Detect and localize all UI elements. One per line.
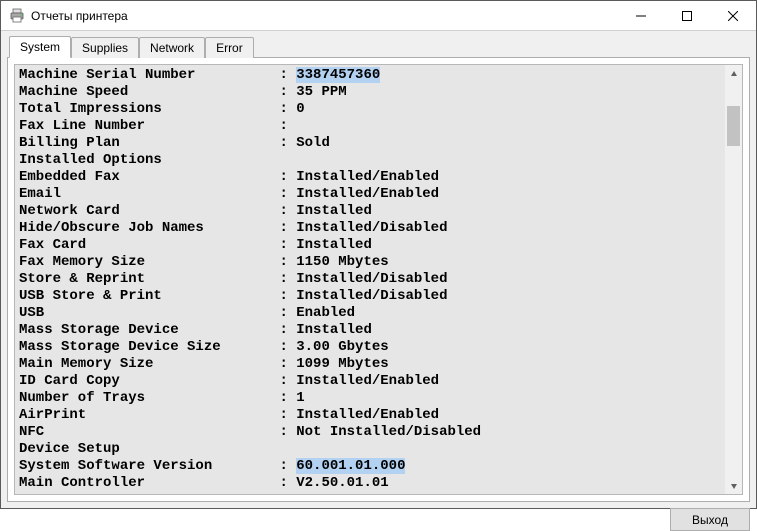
report-value: 1099 Mbytes [296, 356, 388, 372]
report-line: Embedded Fax : Installed/Enabled [19, 169, 721, 186]
tabpage-system: Machine Serial Number : 3387457360Machin… [7, 57, 750, 502]
report-value: 35 PPM [296, 84, 346, 100]
report-value: Enabled [296, 305, 355, 321]
report-line: ID Card Copy : Installed/Enabled [19, 373, 721, 390]
report-line: Main Controller : V2.50.01.01 [19, 475, 721, 492]
report-line: AirPrint : Installed/Enabled [19, 407, 721, 424]
report-value: Installed/Disabled [296, 271, 447, 287]
report-value: Installed/Disabled [296, 220, 447, 236]
report-line: Network Card : Installed [19, 203, 721, 220]
report-value: Installed [296, 322, 372, 338]
report-value: 60.001.01.000 [296, 458, 405, 474]
report-line: Mass Storage Device Size : 3.00 Gbytes [19, 339, 721, 356]
minimize-button[interactable] [618, 1, 664, 31]
tab-error[interactable]: Error [205, 37, 254, 58]
report-value: 3387457360 [296, 67, 380, 83]
report-line: Store & Reprint : Installed/Disabled [19, 271, 721, 288]
report-value: 1 [296, 390, 304, 406]
scroll-track[interactable] [725, 82, 742, 477]
report-line: Hide/Obscure Job Names : Installed/Disab… [19, 220, 721, 237]
client-area: System Supplies Network Error Machine Se… [1, 31, 756, 508]
report-value: Installed/Enabled [296, 407, 439, 423]
report-line: Main Memory Size : 1099 Mbytes [19, 356, 721, 373]
footer: Выход [1, 508, 756, 531]
report-line: System Software Version : 60.001.01.000 [19, 458, 721, 475]
report-value: Installed [296, 203, 372, 219]
tabstrip: System Supplies Network Error [9, 35, 750, 57]
report-line: Machine Speed : 35 PPM [19, 84, 721, 101]
report-line: Fax Card : Installed [19, 237, 721, 254]
report-value: Not Installed/Disabled [296, 424, 481, 440]
window-title: Отчеты принтера [31, 9, 128, 23]
printer-icon [9, 8, 25, 24]
tab-network[interactable]: Network [139, 37, 205, 58]
report-value: 1150 Mbytes [296, 254, 388, 270]
report-value: Installed/Enabled [296, 169, 439, 185]
vertical-scrollbar[interactable] [725, 65, 742, 494]
titlebar: Отчеты принтера [1, 1, 756, 31]
tab-system[interactable]: System [9, 36, 71, 58]
report-text[interactable]: Machine Serial Number : 3387457360Machin… [15, 65, 725, 494]
report-line: Fax Memory Size : 1150 Mbytes [19, 254, 721, 271]
report-line: NFC : Not Installed/Disabled [19, 424, 721, 441]
report-value: Installed/Enabled [296, 373, 439, 389]
tab-supplies[interactable]: Supplies [71, 37, 139, 58]
report-value: Installed/Enabled [296, 186, 439, 202]
report-line: USB : Enabled [19, 305, 721, 322]
report-panel: Machine Serial Number : 3387457360Machin… [14, 64, 743, 495]
exit-button[interactable]: Выход [670, 508, 750, 531]
report-line: Device Setup [19, 441, 721, 458]
report-line: Machine Serial Number : 3387457360 [19, 67, 721, 84]
report-line: Installed Options [19, 152, 721, 169]
report-value: 3.00 Gbytes [296, 339, 388, 355]
report-value: V2.50.01.01 [296, 475, 388, 491]
report-value: Installed [296, 237, 372, 253]
scroll-thumb[interactable] [727, 106, 740, 146]
report-line: USB Store & Print : Installed/Disabled [19, 288, 721, 305]
scroll-down-button[interactable] [725, 477, 742, 494]
report-line: Billing Plan : Sold [19, 135, 721, 152]
printer-reports-window: Отчеты принтера System Supplies Network … [0, 0, 757, 509]
report-line: Email : Installed/Enabled [19, 186, 721, 203]
report-line: Mass Storage Device : Installed [19, 322, 721, 339]
report-value: 0 [296, 101, 304, 117]
scroll-up-button[interactable] [725, 65, 742, 82]
report-value: Installed/Disabled [296, 288, 447, 304]
close-button[interactable] [710, 1, 756, 31]
report-value: Sold [296, 135, 330, 151]
report-line: Total Impressions : 0 [19, 101, 721, 118]
report-line: Number of Trays : 1 [19, 390, 721, 407]
maximize-button[interactable] [664, 1, 710, 31]
report-line: Fax Line Number : [19, 118, 721, 135]
